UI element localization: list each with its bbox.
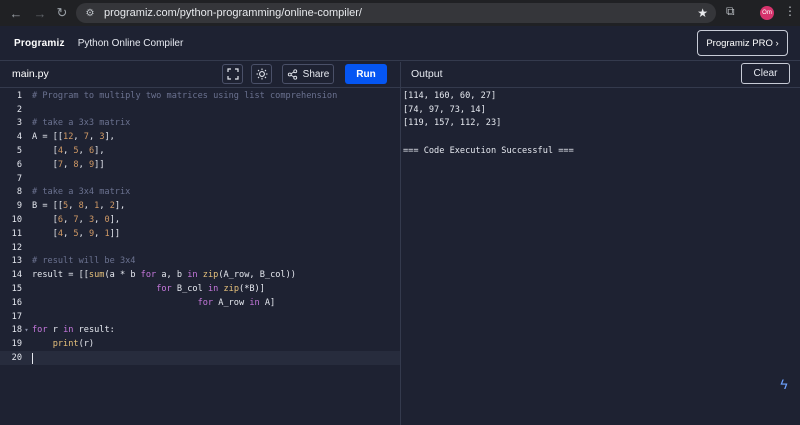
code-line[interactable]: 2 (0, 103, 400, 117)
line-number: 4 (16, 132, 22, 143)
code-text: # take a 3x4 matrix (32, 187, 131, 198)
forward-arrow-icon[interactable]: → (30, 3, 50, 23)
logo-text: Programiz (14, 37, 65, 49)
code-text: for r in result: (32, 325, 115, 336)
code-line[interactable]: 6 [7, 8, 9]] (0, 158, 400, 172)
programiz-logo[interactable]: Programiz (14, 38, 65, 49)
line-number: 18 (11, 325, 22, 336)
code-line[interactable]: 3 # take a 3x3 matrix (0, 117, 400, 131)
line-number: 17 (11, 311, 22, 322)
text-cursor (32, 352, 33, 364)
code-line[interactable]: 5 [4, 5, 6], (0, 144, 400, 158)
browser-toolbar: ← → ↻ ⚙ programiz.com/python-programming… (0, 0, 800, 26)
line-number: 14 (11, 270, 22, 281)
fullscreen-button[interactable] (222, 64, 243, 84)
line-number: 8 (16, 187, 22, 198)
line-number: 11 (11, 228, 22, 239)
code-text: result = [[sum(a * b for a, b in zip(A_r… (32, 270, 296, 281)
app-header: Programiz Python Online Compiler Program… (0, 26, 800, 61)
code-text: for B_col in zip(*B)] (156, 284, 265, 295)
line-number: 2 (16, 104, 22, 115)
assistant-fab[interactable]: ϟ (776, 376, 792, 392)
address-bar[interactable]: ⚙ programiz.com/python-programming/onlin… (76, 3, 716, 23)
code-line[interactable]: 16 for A_row in A] (0, 296, 400, 310)
code-text: # take a 3x3 matrix (32, 118, 131, 129)
assistant-fab-icon: ϟ (780, 376, 788, 392)
code-text: for A_row in A] (197, 297, 276, 308)
output-line: [114, 160, 60, 27] (403, 90, 497, 101)
line-number: 15 (11, 284, 22, 295)
code-line[interactable]: 13 # result will be 3x4 (0, 255, 400, 269)
code-line[interactable]: 11 [4, 5, 9, 1]] (0, 227, 400, 241)
reload-icon[interactable]: ↻ (52, 3, 72, 23)
line-number: 16 (11, 297, 22, 308)
clear-button[interactable]: Clear (741, 63, 790, 84)
theme-toggle-button[interactable] (251, 64, 272, 84)
share-button[interactable]: Share (282, 64, 334, 84)
code-text: [4, 5, 9, 1]] (32, 228, 121, 239)
fullscreen-icon (226, 68, 239, 80)
code-text: [7, 8, 9]] (32, 159, 105, 170)
output-line: [74, 97, 73, 14] (403, 104, 486, 115)
code-line[interactable]: 19 print(r) (0, 337, 400, 351)
line-number: 9 (16, 201, 22, 212)
code-line[interactable]: 10 [6, 7, 3, 0], (0, 213, 400, 227)
code-text: B = [[5, 8, 1, 2], (32, 201, 126, 212)
line-number: 19 (11, 339, 22, 350)
line-number: 13 (11, 256, 22, 267)
browser-menu-icon[interactable]: ⋮ (784, 4, 796, 18)
site-settings-icon[interactable]: ⚙ (82, 6, 98, 20)
bookmark-star-icon[interactable]: ★ (697, 6, 708, 20)
code-text (31, 352, 33, 364)
avatar[interactable]: Om (760, 6, 774, 20)
share-label: Share (302, 68, 330, 80)
url-text: programiz.com/python-programming/online-… (104, 7, 362, 19)
line-number: 5 (16, 146, 22, 157)
code-text: print(r) (52, 339, 95, 350)
share-icon (287, 68, 297, 80)
programiz-pro-button[interactable]: Programiz PRO › (697, 30, 788, 56)
theme-toggle-icon (256, 68, 267, 80)
code-text: A = [[12, 7, 3], (32, 132, 115, 143)
line-number: 10 (11, 215, 22, 226)
code-line[interactable]: 18 ▾ for r in result: (0, 324, 400, 338)
back-arrow-icon[interactable]: ← (6, 3, 26, 23)
code-line[interactable]: 1 # Program to multiply two matrices usin… (0, 89, 400, 103)
line-number: 1 (16, 90, 22, 101)
code-line[interactable]: 8 # take a 3x4 matrix (0, 186, 400, 200)
line-number: 7 (16, 173, 22, 184)
code-line[interactable]: 7 (0, 172, 400, 186)
code-line[interactable]: 4 A = [[12, 7, 3], (0, 130, 400, 144)
code-line[interactable]: 9 B = [[5, 8, 1, 2], (0, 199, 400, 213)
run-button[interactable]: Run (345, 64, 387, 84)
output-line: [119, 157, 112, 23] (403, 118, 502, 129)
code-line[interactable]: 17 (0, 310, 400, 324)
line-number: 20 (11, 353, 22, 364)
code-line[interactable]: 14 result = [[sum(a * b for a, b in zip(A… (0, 268, 400, 282)
fold-arrow-icon[interactable]: ▾ (22, 326, 31, 334)
code-text: # result will be 3x4 (32, 256, 136, 267)
output-title: Output (411, 68, 443, 80)
code-text: # Program to multiply two matrices using… (32, 90, 338, 101)
page-title: Python Online Compiler (77, 37, 184, 49)
output-console: [114, 160, 60, 27] [74, 97, 73, 14] [119, … (403, 89, 798, 158)
extensions-icon[interactable]: ⧉ (726, 4, 735, 19)
line-number: 6 (16, 159, 22, 170)
code-text: [6, 7, 3, 0], (32, 215, 121, 226)
tab-main-py[interactable]: main.py (12, 68, 49, 80)
line-number: 12 (11, 242, 22, 253)
code-text: [4, 5, 6], (32, 146, 105, 157)
code-editor[interactable]: 1 # Program to multiply two matrices usin… (0, 89, 400, 425)
output-line: === Code Execution Successful === (403, 146, 574, 157)
code-line[interactable]: 20 (0, 351, 400, 365)
code-line[interactable]: 12 (0, 241, 400, 255)
pane-divider[interactable] (400, 62, 401, 425)
code-line[interactable]: 15 for B_col in zip(*B)] (0, 282, 400, 296)
line-number: 3 (16, 118, 22, 129)
